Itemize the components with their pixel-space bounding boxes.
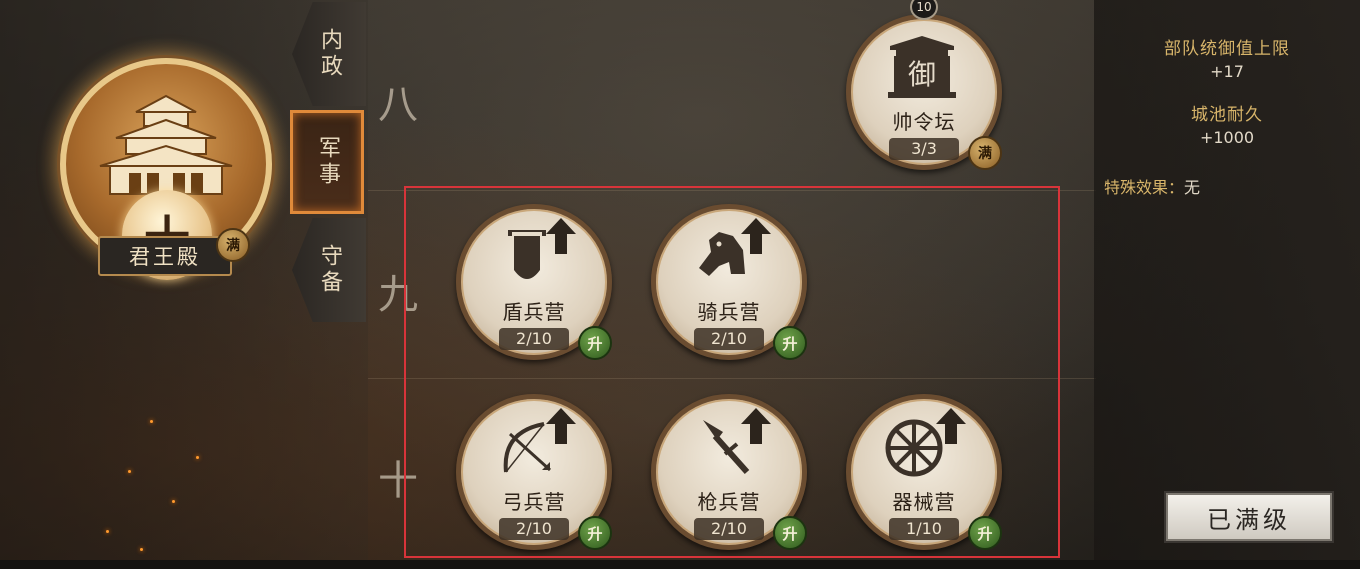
svg-text:御: 御 [908, 58, 936, 91]
ember-particle [106, 530, 109, 533]
ember-particle [128, 470, 131, 473]
building-max-badge: 满 [968, 136, 1002, 170]
stat-command-limit-label: 部队统御值上限 [1164, 39, 1290, 59]
tab-military[interactable]: 军事 [290, 110, 364, 214]
special-effect-label: 特殊效果： [1104, 178, 1185, 197]
selection-highlight-box [404, 186, 1060, 558]
max-level-button[interactable]: 已满级 [1166, 493, 1332, 541]
bottom-bar [0, 560, 1360, 569]
special-effect: 特殊效果：无 [1104, 174, 1200, 198]
tab-label: 守备 [317, 244, 342, 296]
building-name: 帅令坛 [892, 110, 956, 134]
building-count: 3/3 [889, 138, 959, 160]
palace-max-badge: 满 [216, 228, 250, 262]
building-command-altar[interactable]: 10 御 帅令坛 3/3 满 [846, 0, 1002, 170]
tab-internal-affairs[interactable]: 内政 [292, 2, 366, 106]
special-effect-value: 无 [1184, 178, 1201, 197]
tab-label: 军事 [315, 136, 340, 188]
stat-command-limit-value: +17 [1210, 62, 1244, 81]
info-panel [1094, 0, 1360, 569]
main-building-palace[interactable]: 十 君王殿 满 [38, 36, 292, 290]
altar-icon: 御 [888, 36, 956, 98]
tier-label-8: 八 [378, 82, 418, 128]
tab-label: 内政 [317, 28, 342, 80]
ember-particle [140, 548, 143, 551]
ember-particle [172, 500, 175, 503]
tab-defense[interactable]: 守备 [292, 218, 366, 322]
ember-particle [196, 456, 199, 459]
palace-name-plate: 君王殿 [98, 236, 232, 276]
stat-city-durability-label: 城池耐久 [1191, 105, 1263, 125]
ember-particle [150, 420, 153, 423]
stat-city-durability-value: +1000 [1199, 128, 1255, 147]
